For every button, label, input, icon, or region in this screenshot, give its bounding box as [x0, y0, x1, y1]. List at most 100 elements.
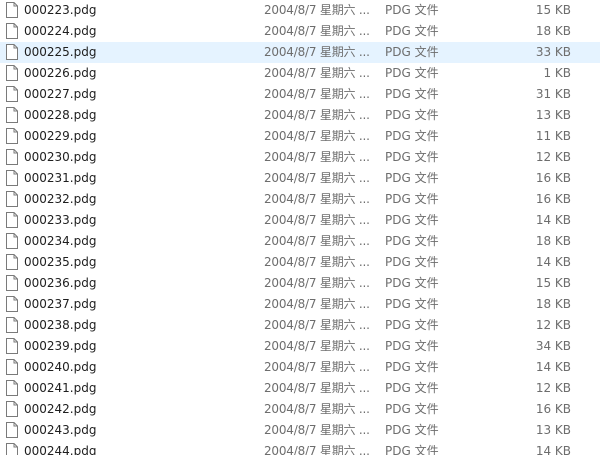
blank-document-icon	[6, 212, 18, 228]
file-row[interactable]: 000237.pdg 2004/8/7 星期六 ... PDG 文件 18 KB	[0, 294, 600, 315]
file-type: PDG 文件	[385, 255, 439, 269]
file-date-modified: 2004/8/7 星期六 ...	[264, 129, 370, 143]
file-date-modified: 2004/8/7 星期六 ...	[264, 444, 370, 455]
blank-document-icon	[6, 317, 18, 333]
file-type: PDG 文件	[385, 87, 439, 101]
file-name: 000226.pdg	[24, 66, 97, 80]
file-name: 000225.pdg	[24, 45, 97, 59]
file-row[interactable]: 000243.pdg 2004/8/7 星期六 ... PDG 文件 13 KB	[0, 420, 600, 441]
blank-document-icon	[6, 443, 18, 455]
file-size: 16 KB	[535, 402, 571, 416]
file-date-modified: 2004/8/7 星期六 ...	[264, 339, 370, 353]
file-rows: 000223.pdg 2004/8/7 星期六 ... PDG 文件 15 KB…	[0, 0, 600, 455]
blank-document-icon	[6, 191, 18, 207]
file-row[interactable]: 000230.pdg 2004/8/7 星期六 ... PDG 文件 12 KB	[0, 147, 600, 168]
file-name: 000224.pdg	[24, 24, 97, 38]
file-name: 000228.pdg	[24, 108, 97, 122]
file-size: 1 KB	[543, 66, 571, 80]
blank-document-icon	[6, 86, 18, 102]
blank-document-icon	[6, 275, 18, 291]
file-name: 000238.pdg	[24, 318, 97, 332]
file-row[interactable]: 000227.pdg 2004/8/7 星期六 ... PDG 文件 31 KB	[0, 84, 600, 105]
blank-document-icon	[6, 170, 18, 186]
blank-document-icon	[6, 296, 18, 312]
file-size: 18 KB	[535, 297, 571, 311]
file-date-modified: 2004/8/7 星期六 ...	[264, 108, 370, 122]
file-type: PDG 文件	[385, 444, 439, 455]
file-size: 31 KB	[535, 87, 571, 101]
file-row[interactable]: 000228.pdg 2004/8/7 星期六 ... PDG 文件 13 KB	[0, 105, 600, 126]
file-row[interactable]: 000234.pdg 2004/8/7 星期六 ... PDG 文件 18 KB	[0, 231, 600, 252]
file-date-modified: 2004/8/7 星期六 ...	[264, 381, 370, 395]
file-type: PDG 文件	[385, 339, 439, 353]
file-size: 16 KB	[535, 171, 571, 185]
file-type: PDG 文件	[385, 276, 439, 290]
file-name: 000234.pdg	[24, 234, 97, 248]
file-size: 14 KB	[535, 213, 571, 227]
file-size: 13 KB	[535, 108, 571, 122]
file-size: 18 KB	[535, 24, 571, 38]
file-date-modified: 2004/8/7 星期六 ...	[264, 276, 370, 290]
file-size: 33 KB	[535, 45, 571, 59]
file-size: 14 KB	[535, 444, 571, 455]
file-type: PDG 文件	[385, 423, 439, 437]
file-size: 15 KB	[535, 3, 571, 17]
file-row[interactable]: 000241.pdg 2004/8/7 星期六 ... PDG 文件 12 KB	[0, 378, 600, 399]
file-type: PDG 文件	[385, 66, 439, 80]
file-size: 13 KB	[535, 423, 571, 437]
file-type: PDG 文件	[385, 297, 439, 311]
file-row[interactable]: 000235.pdg 2004/8/7 星期六 ... PDG 文件 14 KB	[0, 252, 600, 273]
file-type: PDG 文件	[385, 213, 439, 227]
file-date-modified: 2004/8/7 星期六 ...	[264, 45, 370, 59]
file-type: PDG 文件	[385, 129, 439, 143]
file-type: PDG 文件	[385, 108, 439, 122]
file-type: PDG 文件	[385, 45, 439, 59]
blank-document-icon	[6, 422, 18, 438]
file-size: 12 KB	[535, 318, 571, 332]
blank-document-icon	[6, 338, 18, 354]
file-type: PDG 文件	[385, 171, 439, 185]
file-row[interactable]: 000224.pdg 2004/8/7 星期六 ... PDG 文件 18 KB	[0, 21, 600, 42]
file-name: 000235.pdg	[24, 255, 97, 269]
file-name: 000229.pdg	[24, 129, 97, 143]
blank-document-icon	[6, 254, 18, 270]
file-row[interactable]: 000240.pdg 2004/8/7 星期六 ... PDG 文件 14 KB	[0, 357, 600, 378]
file-date-modified: 2004/8/7 星期六 ...	[264, 171, 370, 185]
file-name: 000241.pdg	[24, 381, 97, 395]
blank-document-icon	[6, 149, 18, 165]
file-row[interactable]: 000238.pdg 2004/8/7 星期六 ... PDG 文件 12 KB	[0, 315, 600, 336]
file-row[interactable]: 000233.pdg 2004/8/7 星期六 ... PDG 文件 14 KB	[0, 210, 600, 231]
blank-document-icon	[6, 128, 18, 144]
file-size: 18 KB	[535, 234, 571, 248]
blank-document-icon	[6, 401, 18, 417]
blank-document-icon	[6, 380, 18, 396]
file-row[interactable]: 000244.pdg 2004/8/7 星期六 ... PDG 文件 14 KB	[0, 441, 600, 455]
file-type: PDG 文件	[385, 234, 439, 248]
file-row[interactable]: 000229.pdg 2004/8/7 星期六 ... PDG 文件 11 KB	[0, 126, 600, 147]
file-row[interactable]: 000225.pdg 2004/8/7 星期六 ... PDG 文件 33 KB	[0, 42, 600, 63]
file-row[interactable]: 000232.pdg 2004/8/7 星期六 ... PDG 文件 16 KB	[0, 189, 600, 210]
file-type: PDG 文件	[385, 360, 439, 374]
file-type: PDG 文件	[385, 402, 439, 416]
file-row[interactable]: 000236.pdg 2004/8/7 星期六 ... PDG 文件 15 KB	[0, 273, 600, 294]
file-date-modified: 2004/8/7 星期六 ...	[264, 150, 370, 164]
file-date-modified: 2004/8/7 星期六 ...	[264, 297, 370, 311]
file-type: PDG 文件	[385, 318, 439, 332]
file-name: 000243.pdg	[24, 423, 97, 437]
file-row[interactable]: 000226.pdg 2004/8/7 星期六 ... PDG 文件 1 KB	[0, 63, 600, 84]
file-list: 000223.pdg 2004/8/7 星期六 ... PDG 文件 15 KB…	[0, 0, 600, 455]
file-size: 12 KB	[535, 150, 571, 164]
file-row[interactable]: 000231.pdg 2004/8/7 星期六 ... PDG 文件 16 KB	[0, 168, 600, 189]
file-name: 000223.pdg	[24, 3, 97, 17]
file-date-modified: 2004/8/7 星期六 ...	[264, 3, 370, 17]
file-row[interactable]: 000223.pdg 2004/8/7 星期六 ... PDG 文件 15 KB	[0, 0, 600, 21]
file-size: 15 KB	[535, 276, 571, 290]
blank-document-icon	[6, 107, 18, 123]
file-name: 000231.pdg	[24, 171, 97, 185]
file-date-modified: 2004/8/7 星期六 ...	[264, 402, 370, 416]
file-row[interactable]: 000242.pdg 2004/8/7 星期六 ... PDG 文件 16 KB	[0, 399, 600, 420]
file-type: PDG 文件	[385, 381, 439, 395]
file-row[interactable]: 000239.pdg 2004/8/7 星期六 ... PDG 文件 34 KB	[0, 336, 600, 357]
file-date-modified: 2004/8/7 星期六 ...	[264, 66, 370, 80]
file-name: 000240.pdg	[24, 360, 97, 374]
